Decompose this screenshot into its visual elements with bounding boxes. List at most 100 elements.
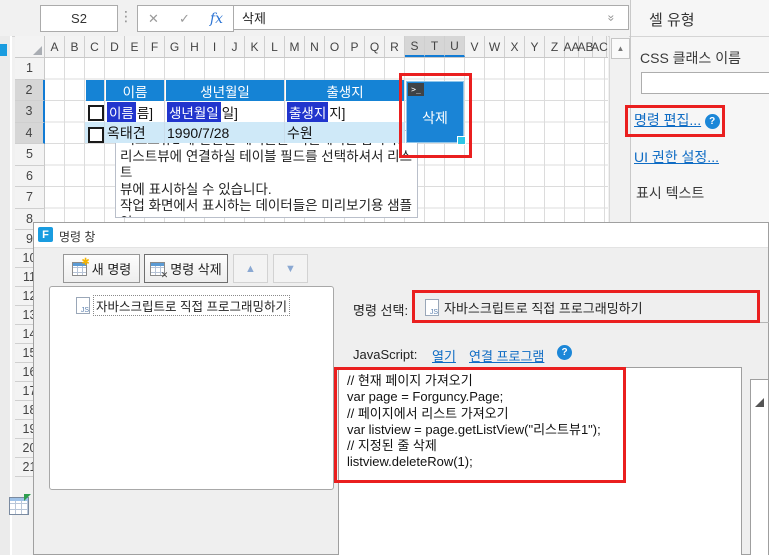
sheet-icon[interactable] xyxy=(9,497,29,515)
data-cell-birthdate[interactable]: 1990/7/28 xyxy=(165,122,285,143)
scroll-up-icon[interactable]: ▲ xyxy=(611,38,630,59)
template-cell-birthdate[interactable]: 생년월일 일] xyxy=(165,101,285,122)
row-checkbox[interactable] xyxy=(88,127,104,143)
move-up-button[interactable]: ▲ xyxy=(233,254,268,283)
column-header-B[interactable]: B xyxy=(65,36,85,57)
column-header-C[interactable]: C xyxy=(85,36,105,57)
cell-name-box[interactable]: S2 xyxy=(40,5,118,32)
command-select-label: 명령 선택: xyxy=(353,300,408,319)
column-header-P[interactable]: P xyxy=(345,36,365,57)
column-header-H[interactable]: H xyxy=(185,36,205,57)
column-header-W[interactable]: W xyxy=(485,36,505,57)
column-header-I[interactable]: I xyxy=(205,36,225,57)
star-icon: ✱ xyxy=(81,257,89,268)
column-header-X[interactable]: X xyxy=(505,36,525,57)
open-link[interactable]: 열기 xyxy=(432,346,456,365)
row-header-4[interactable]: 4 xyxy=(15,123,45,145)
css-class-input[interactable] xyxy=(641,72,769,94)
column-header-K[interactable]: K xyxy=(245,36,265,57)
left-dock-strip xyxy=(0,36,12,555)
javascript-code-editor[interactable]: // 현재 페이지 가져오기 var page = Forguncy.Page;… xyxy=(338,367,742,555)
delete-command-toolbar-button[interactable]: ✕ 명령 삭제 xyxy=(144,254,228,283)
vertical-scrollbar[interactable]: ▲ xyxy=(609,36,629,222)
display-text-label: 표시 텍스트 xyxy=(636,183,704,203)
dialog-titlebar[interactable]: F 명령 창 xyxy=(34,223,768,248)
column-header-T[interactable]: T xyxy=(425,36,445,57)
separator-dots-icon: ⋮ xyxy=(119,8,133,25)
app-window: S2 ⋮ ✕ ✓ fx 삭제 » ABCDEFGHIJKLMNOPQRSTUVW… xyxy=(0,0,769,555)
delete-command-icon: ✕ xyxy=(150,262,165,276)
column-header-D[interactable]: D xyxy=(105,36,125,57)
sheet-arrow-icon xyxy=(24,494,31,501)
scroll-corner-icon xyxy=(755,398,764,407)
column-header-L[interactable]: L xyxy=(265,36,285,57)
column-header-G[interactable]: G xyxy=(165,36,185,57)
new-command-button[interactable]: ✱ 새 명령 xyxy=(63,254,140,283)
column-header-V[interactable]: V xyxy=(465,36,485,57)
column-header-E[interactable]: E xyxy=(125,36,145,57)
column-header-Z[interactable]: Z xyxy=(545,36,565,57)
row-header-5[interactable]: 5 xyxy=(15,144,45,166)
formula-expand-icon[interactable]: » xyxy=(604,15,618,22)
table-header-birthdate[interactable]: 생년월일 xyxy=(166,80,284,101)
field-suffix: 지] xyxy=(329,102,345,122)
table-header-select[interactable] xyxy=(86,80,104,101)
command-edit-link[interactable]: 명령 편집... xyxy=(634,112,701,128)
command-dialog: F 명령 창 ✱ 새 명령 ✕ 명령 삭제 ▲ ▼ JS 자바스크립트로 직접 … xyxy=(33,222,769,555)
column-header-AC[interactable]: AC xyxy=(593,36,607,57)
function-icon[interactable]: fx xyxy=(210,11,223,27)
column-header-Q[interactable]: Q xyxy=(365,36,385,57)
javascript-label: JavaScript: xyxy=(353,347,417,362)
delete-button-label: 삭제 xyxy=(407,108,463,128)
selected-command-label: 자바스크립트로 직접 프로그래밍하기 xyxy=(444,298,643,317)
column-header-F[interactable]: F xyxy=(145,36,165,57)
row-headers: 12345678 xyxy=(15,58,45,230)
row-header-2[interactable]: 2 xyxy=(15,80,45,102)
row-header-3[interactable]: 3 xyxy=(15,101,45,123)
program-link[interactable]: 연결 프로그램 xyxy=(469,346,544,365)
delete-command-button[interactable]: >_ 삭제 xyxy=(406,81,464,143)
move-down-button[interactable]: ▼ xyxy=(273,254,308,283)
select-all-corner[interactable] xyxy=(15,36,45,58)
column-header-A[interactable]: A xyxy=(45,36,65,57)
column-header-J[interactable]: J xyxy=(225,36,245,57)
command-list-item[interactable]: JS 자바스크립트로 직접 프로그래밍하기 xyxy=(76,295,290,316)
row-header-6[interactable]: 6 xyxy=(15,166,45,188)
cancel-icon[interactable]: ✕ xyxy=(148,11,159,27)
data-cell-name[interactable]: 옥태견 xyxy=(105,122,165,143)
template-cell-birthplace[interactable]: 출생지 지] xyxy=(285,101,405,122)
column-header-S[interactable]: S xyxy=(405,36,425,57)
js-file-icon: JS xyxy=(425,299,439,316)
column-header-O[interactable]: O xyxy=(325,36,345,57)
field-badge: 출생지 xyxy=(287,102,328,122)
column-header-M[interactable]: M xyxy=(285,36,305,57)
command-list[interactable]: JS 자바스크립트로 직접 프로그래밍하기 xyxy=(49,286,334,490)
resize-handle[interactable] xyxy=(457,136,466,145)
help-icon[interactable]: ? xyxy=(557,345,572,360)
column-header-U[interactable]: U xyxy=(445,36,465,57)
confirm-icon[interactable]: ✓ xyxy=(179,11,190,27)
table-header-name[interactable]: 이름 xyxy=(106,80,164,101)
side-panel[interactable] xyxy=(750,379,769,555)
column-header-N[interactable]: N xyxy=(305,36,325,57)
row-header-1[interactable]: 1 xyxy=(15,58,45,80)
selected-command-dropdown[interactable]: JS 자바스크립트로 직접 프로그래밍하기 xyxy=(425,298,643,317)
command-list-item-label: 자바스크립트로 직접 프로그래밍하기 xyxy=(93,295,290,316)
column-header-R[interactable]: R xyxy=(385,36,405,57)
table-header-birthplace[interactable]: 출생지 xyxy=(286,80,404,101)
row-checkbox[interactable] xyxy=(88,105,104,121)
ui-permission-link[interactable]: UI 권한 설정... xyxy=(634,147,719,167)
column-header-Y[interactable]: Y xyxy=(525,36,545,57)
formula-input[interactable]: 삭제 xyxy=(233,5,629,30)
delete-command-label: 명령 삭제 xyxy=(170,259,221,278)
js-file-icon: JS xyxy=(76,297,90,314)
help-icon[interactable]: ? xyxy=(705,114,720,129)
panel-separator xyxy=(631,36,769,37)
data-cell-birthplace[interactable]: 수원 xyxy=(285,122,405,143)
panel-title: 셀 유형 xyxy=(649,9,695,30)
left-dock-fragment xyxy=(0,44,7,56)
cell-type-panel: 셀 유형 CSS 클래스 이름 명령 편집... ? UI 권한 설정... 표… xyxy=(630,0,769,222)
template-cell-name[interactable]: 이름 름] xyxy=(105,101,165,122)
row-header-7[interactable]: 7 xyxy=(15,187,45,209)
dialog-title: 명령 창 xyxy=(59,228,95,245)
